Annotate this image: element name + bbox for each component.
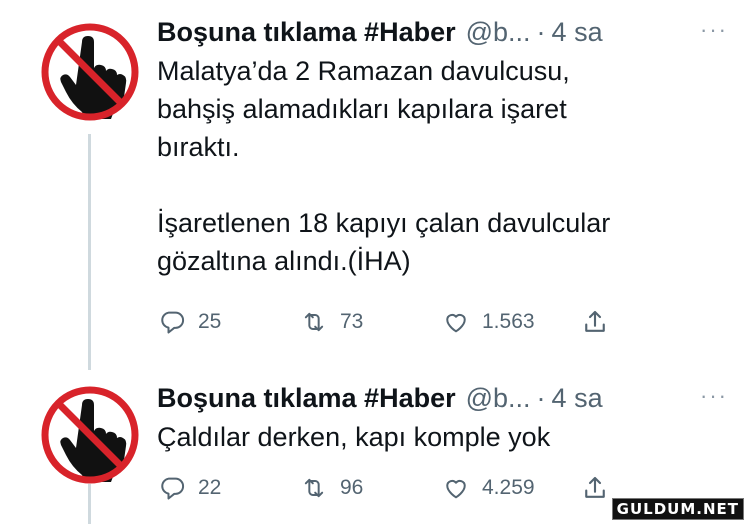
- like-icon: [446, 313, 466, 333]
- reply-count: 25: [198, 310, 222, 333]
- share-icon: [585, 476, 605, 498]
- no-click-hand-avatar-icon: [41, 23, 139, 121]
- retweet-count: 96: [340, 476, 364, 499]
- user-handle[interactable]: @b...: [466, 382, 531, 414]
- no-click-hand-avatar-icon: [41, 386, 139, 484]
- more-icon[interactable]: ···: [700, 385, 728, 407]
- tweet-header: Boşuna tıklama #Haber @b... · 4 sa: [157, 16, 730, 48]
- reply-button[interactable]: 25: [158, 308, 221, 336]
- tweet-header: Boşuna tıklama #Haber @b... · 4 sa: [157, 382, 730, 414]
- reply-icon: [161, 311, 184, 334]
- share-icon: [585, 310, 605, 332]
- display-name[interactable]: Boşuna tıklama #Haber: [157, 382, 456, 414]
- user-handle[interactable]: @b...: [466, 16, 531, 48]
- tweet[interactable]: Boşuna tıklama #Haber @b... · 4 sa ··· M…: [157, 16, 730, 280]
- avatar[interactable]: [38, 20, 142, 124]
- thread-connector: [88, 134, 91, 370]
- retweet-icon: [304, 312, 324, 332]
- like-count: 1.563: [482, 310, 535, 333]
- tweet-text: Çaldılar derken, kapı komple yok: [157, 422, 551, 452]
- like-button[interactable]: 4.259: [442, 474, 535, 502]
- watermark-logo: GULDUM.NET: [611, 498, 744, 520]
- avatar[interactable]: [38, 383, 142, 487]
- separator-dot: ·: [536, 17, 546, 47]
- retweet-count: 73: [340, 310, 364, 333]
- retweet-button[interactable]: 96: [300, 474, 363, 502]
- reply-button[interactable]: 22: [158, 474, 221, 502]
- separator-dot: ·: [536, 383, 546, 413]
- tweet[interactable]: Boşuna tıklama #Haber @b... · 4 sa ··· Ç…: [157, 382, 730, 456]
- timestamp[interactable]: 4 sa: [552, 382, 603, 414]
- retweet-button[interactable]: 73: [300, 308, 363, 336]
- timestamp[interactable]: 4 sa: [552, 16, 603, 48]
- more-icon[interactable]: ···: [700, 19, 728, 41]
- display-name[interactable]: Boşuna tıklama #Haber: [157, 16, 456, 48]
- tweet-text: Malatya’da 2 Ramazan davulcusu, bahşiş a…: [157, 56, 611, 276]
- retweet-icon: [304, 478, 324, 498]
- like-count: 4.259: [482, 476, 535, 499]
- reply-icon: [161, 477, 184, 500]
- like-icon: [446, 479, 466, 499]
- share-button[interactable]: [580, 307, 622, 337]
- reply-count: 22: [198, 476, 222, 499]
- like-button[interactable]: 1.563: [442, 308, 535, 336]
